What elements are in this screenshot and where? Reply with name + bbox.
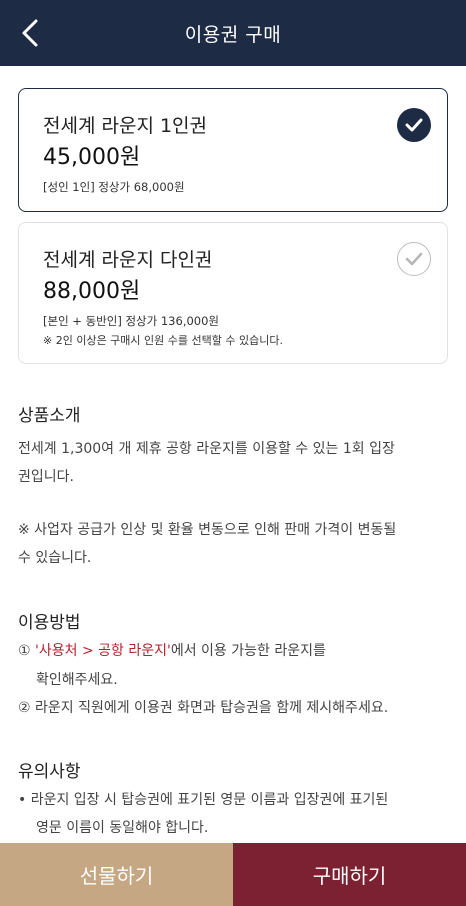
ticket-option-multi[interactable]: 전세계 라운지 다인권 88,000원 [본인 + 동반인] 정상가 136,0… [18, 222, 448, 364]
usage-step-1-cont: 확인해주세요. [36, 672, 118, 688]
ticket-option-single[interactable]: 전세계 라운지 1인권 45,000원 [성인 1인] 정상가 68,000원 [18, 88, 448, 212]
chevron-left-icon [22, 19, 38, 47]
gift-button[interactable]: 선물하기 [0, 843, 233, 906]
bottom-action-bar: 선물하기 구매하기 [0, 843, 466, 906]
checkmark-unselected-icon[interactable] [397, 242, 431, 276]
intro-notice-text: ※ 사업자 공급가 인상 및 환율 변동으로 인해 판매 가격이 변동될 수 있… [18, 516, 448, 572]
notice-line: • 라운지 입장 시 탑승권에 표기된 영문 이름과 입장권에 표기된 [18, 792, 389, 808]
notice-title: 유의사항 [18, 762, 81, 782]
ticket-subnote: ※ 2인 이상은 구매시 인원 수를 선택할 수 있습니다. [43, 334, 283, 347]
ticket-note: [성인 1인] 정상가 68,000원 [43, 180, 185, 194]
ticket-note: [본인 + 동반인] 정상가 136,000원 [43, 314, 220, 328]
usage-title: 이용방법 [18, 613, 81, 633]
intro-line: 전세계 1,300여 개 제휴 공항 라운지를 이용할 수 있는 1회 입장 [18, 441, 395, 457]
intro-title: 상품소개 [18, 406, 81, 426]
intro-text: 전세계 1,300여 개 제휴 공항 라운지를 이용할 수 있는 1회 입장 권… [18, 435, 448, 491]
usage-step-2: ② 라운지 직원에게 이용권 화면과 탑승권을 함께 제시해주세요. [18, 700, 389, 716]
intro-notice-line: ※ 사업자 공급가 인상 및 환율 변동으로 인해 판매 가격이 변동될 [18, 522, 397, 538]
back-button[interactable] [10, 13, 50, 53]
ticket-name: 전세계 라운지 다인권 [43, 249, 213, 271]
step-text: 에서 이용 가능한 라운지를 [170, 643, 326, 659]
intro-line: 권입니다. [18, 469, 74, 485]
usage-step-1: ① '사용처 > 공항 라운지'에서 이용 가능한 라운지를 [18, 641, 326, 661]
usage-highlight-link[interactable]: '사용처 > 공항 라운지' [35, 643, 171, 659]
step-number: ① [18, 643, 36, 659]
main-content[interactable]: 전세계 라운지 1인권 45,000원 [성인 1인] 정상가 68,000원 … [0, 66, 466, 843]
ticket-name: 전세계 라운지 1인권 [43, 115, 208, 137]
page-title: 이용권 구매 [184, 23, 282, 46]
checkmark-selected-icon[interactable] [397, 108, 431, 142]
purchase-button[interactable]: 구매하기 [233, 843, 466, 906]
app-header: 이용권 구매 [0, 0, 466, 66]
intro-notice-line: 수 있습니다. [18, 550, 92, 566]
ticket-price: 45,000원 [43, 145, 141, 170]
notice-line-cont: 영문 이름이 동일해야 합니다. [36, 820, 209, 836]
ticket-price: 88,000원 [43, 279, 141, 304]
